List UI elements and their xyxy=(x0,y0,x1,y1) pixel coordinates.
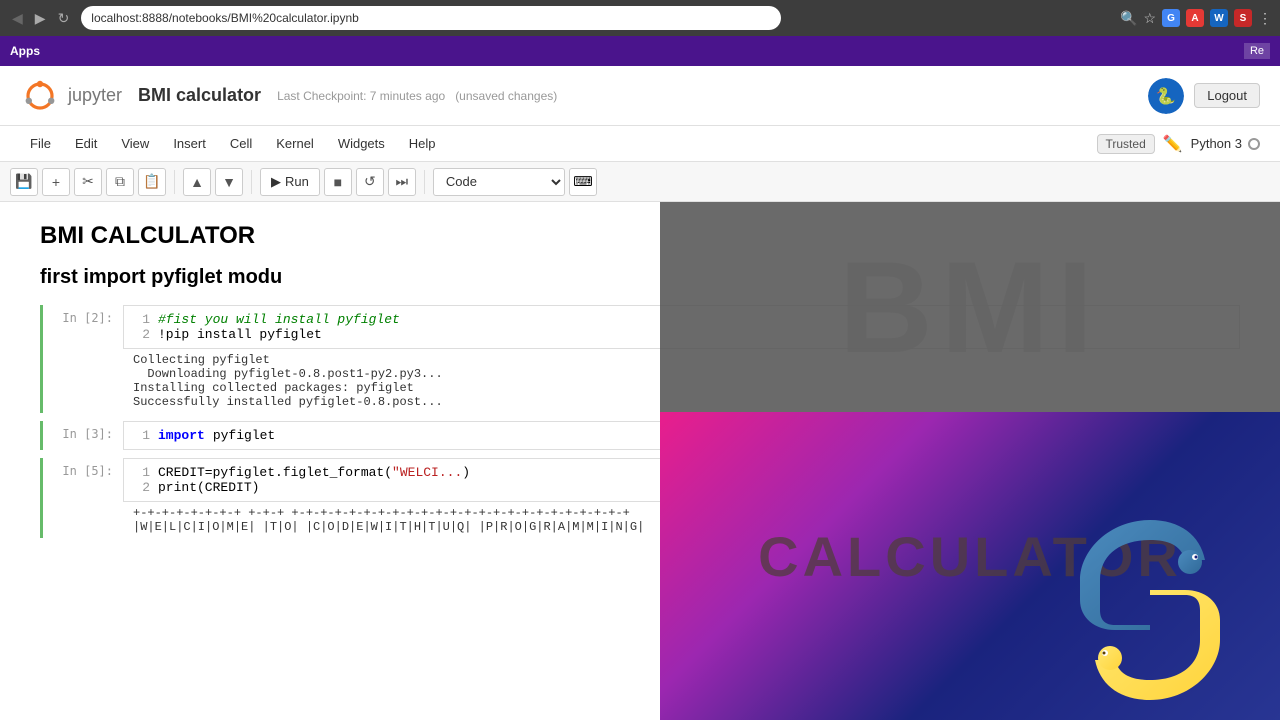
run-button[interactable]: ▶ Run xyxy=(260,168,320,196)
run-icon: ▶ xyxy=(271,174,281,190)
paste-button[interactable]: 📋 xyxy=(138,168,166,196)
chrome-ext-2[interactable]: A xyxy=(1186,9,1204,27)
checkpoint-info: Last Checkpoint: 7 minutes ago (unsaved … xyxy=(277,89,557,103)
jupyter-logo: jupyter xyxy=(20,76,122,116)
cell-3-prompt: In [3]: xyxy=(43,421,123,450)
copy-button[interactable]: ⧉ xyxy=(106,168,134,196)
jupyter-logo-icon xyxy=(20,76,60,116)
chrome-ext-1[interactable]: G xyxy=(1162,9,1180,27)
bmi-large-text: BMI xyxy=(839,242,1101,372)
trusted-button[interactable]: Trusted xyxy=(1097,134,1155,154)
separator-3 xyxy=(424,170,425,194)
separator-1 xyxy=(174,170,175,194)
menu-edit[interactable]: Edit xyxy=(65,132,107,155)
code-text: !pip install pyfiglet xyxy=(158,327,322,342)
cell-2-prompt: In [2]: xyxy=(43,305,123,413)
browser-icons: 🔍 ☆ G A W S ⋮ xyxy=(1120,9,1272,27)
python-icon: 🐍 xyxy=(1148,78,1184,114)
menu-kernel[interactable]: Kernel xyxy=(266,132,324,155)
python-snake-logo xyxy=(1050,510,1250,710)
toolbar: 💾 + ✂ ⧉ 📋 ▲ ▼ ▶ Run ■ ↺ ⏭ Code Markdown … xyxy=(0,162,1280,202)
menu-widgets[interactable]: Widgets xyxy=(328,132,395,155)
jupyter-title: jupyter xyxy=(68,85,122,106)
menu-file[interactable]: File xyxy=(20,132,61,155)
browser-bar: ◀ ▶ ↻ localhost:8888/notebooks/BMI%20cal… xyxy=(0,0,1280,36)
credit-code-2: print(CREDIT) xyxy=(158,480,259,495)
move-down-button[interactable]: ▼ xyxy=(215,168,243,196)
kernel-status-circle xyxy=(1248,138,1260,150)
restart-button[interactable]: ↺ xyxy=(356,168,384,196)
chrome-ext-4[interactable]: S xyxy=(1234,9,1252,27)
nav-buttons: ◀ ▶ ↻ xyxy=(8,8,73,29)
cut-button[interactable]: ✂ xyxy=(74,168,102,196)
menu-icon[interactable]: ⋮ xyxy=(1258,10,1272,27)
credit-code-1: CREDIT=pyfiglet.figlet_format("WELCI...) xyxy=(158,465,470,480)
interrupt-button[interactable]: ■ xyxy=(324,168,352,196)
run-label: Run xyxy=(285,174,309,189)
kernel-name: Python 3 xyxy=(1191,136,1242,151)
cell-5-prompt: In [5]: xyxy=(43,458,123,538)
header-right: 🐍 Logout xyxy=(1148,78,1260,114)
menu-right: Trusted ✏️ Python 3 xyxy=(1097,134,1261,154)
move-up-button[interactable]: ▲ xyxy=(183,168,211,196)
notebook-content: BMI CALCULATOR first import pyfiglet mod… xyxy=(0,202,1280,720)
svg-text:🐍: 🐍 xyxy=(1156,86,1176,105)
separator-2 xyxy=(251,170,252,194)
keyboard-shortcut-button[interactable]: ⌨ xyxy=(569,168,597,196)
re-button[interactable]: Re xyxy=(1244,43,1270,59)
import-module: pyfiglet xyxy=(213,428,275,443)
add-cell-button[interactable]: + xyxy=(42,168,70,196)
restart-run-button[interactable]: ⏭ xyxy=(388,168,416,196)
menu-view[interactable]: View xyxy=(111,132,159,155)
chrome-ext-3[interactable]: W xyxy=(1210,9,1228,27)
bmi-overlay: BMI CALCULATOR xyxy=(660,202,1280,720)
apps-bar: Apps Re xyxy=(0,36,1280,66)
bmi-bottom-section: CALCULATOR xyxy=(660,412,1280,720)
address-bar[interactable]: localhost:8888/notebooks/BMI%20calculato… xyxy=(81,6,781,30)
pencil-icon[interactable]: ✏️ xyxy=(1163,134,1183,154)
reload-button[interactable]: ↻ xyxy=(54,8,74,29)
menu-help[interactable]: Help xyxy=(399,132,446,155)
menu-cell[interactable]: Cell xyxy=(220,132,262,155)
kernel-info: Python 3 xyxy=(1191,136,1260,151)
cell-type-select[interactable]: Code Markdown Raw NBConvert xyxy=(433,168,565,196)
jupyter-header: jupyter BMI calculator Last Checkpoint: … xyxy=(0,66,1280,126)
forward-button[interactable]: ▶ xyxy=(31,8,50,29)
bmi-top-section: BMI xyxy=(660,202,1280,412)
star-icon[interactable]: ☆ xyxy=(1143,10,1156,27)
apps-label[interactable]: Apps xyxy=(10,44,40,58)
logout-button[interactable]: Logout xyxy=(1194,83,1260,108)
url-text: localhost:8888/notebooks/BMI%20calculato… xyxy=(91,11,359,25)
import-keyword: import xyxy=(158,428,205,443)
save-button[interactable]: 💾 xyxy=(10,168,38,196)
search-icon[interactable]: 🔍 xyxy=(1120,10,1137,27)
menu-insert[interactable]: Insert xyxy=(163,132,216,155)
menu-bar: File Edit View Insert Cell Kernel Widget… xyxy=(0,126,1280,162)
notebook-title[interactable]: BMI calculator xyxy=(138,85,261,106)
comment-text: #fist you will install pyfiglet xyxy=(158,312,400,327)
back-button[interactable]: ◀ xyxy=(8,8,27,29)
